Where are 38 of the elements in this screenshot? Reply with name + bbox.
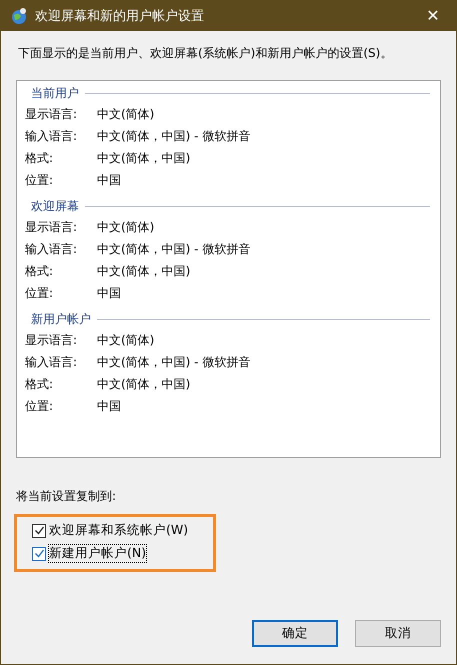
setting-label: 输入语言: [25, 240, 78, 258]
setting-value: 中文(简体，中国) [97, 376, 190, 392]
checkbox-label[interactable]: 新建用户帐户(N) [49, 545, 146, 562]
setting-value: 中国 [97, 284, 121, 302]
setting-label: 显示语言: [25, 106, 78, 122]
copy-label: 将当前设置复制到: [16, 488, 118, 505]
window-title: 欢迎屏幕和新的用户帐户设置 [35, 8, 205, 24]
globe-icon [10, 6, 28, 24]
setting-label: 位置: [25, 284, 54, 302]
checkbox[interactable] [32, 546, 46, 560]
section-title: 当前用户 [31, 84, 79, 102]
close-button[interactable]: ✕ [410, 0, 456, 31]
section-title: 欢迎屏幕 [31, 198, 79, 214]
setting-value: 中文(简体，中国) - 微软拼音 [97, 240, 250, 258]
dialog-button[interactable]: 取消 [355, 620, 441, 647]
setting-value: 中国 [97, 172, 121, 188]
setting-label: 显示语言: [25, 218, 78, 236]
setting-value: 中国 [97, 398, 121, 414]
dialog-button[interactable]: 确定 [252, 620, 338, 647]
setting-label: 格式: [25, 150, 54, 166]
setting-label: 位置: [25, 398, 54, 414]
setting-label: 输入语言: [25, 128, 78, 144]
setting-label: 输入语言: [25, 354, 78, 370]
checkbox-label[interactable]: 欢迎屏幕和系统帐户(W) [49, 522, 188, 539]
checkbox[interactable] [32, 524, 46, 538]
setting-label: 格式: [25, 376, 54, 392]
setting-value: 中文(简体，中国) [97, 262, 190, 280]
setting-label: 格式: [25, 262, 54, 280]
setting-value: 中文(简体) [97, 106, 154, 122]
setting-value: 中文(简体，中国) - 微软拼音 [97, 128, 250, 144]
intro-text: 下面显示的是当前用户、欢迎屏幕(系统帐户)和新用户帐户的设置(S)。 [18, 45, 394, 62]
setting-value: 中文(简体，中国) [97, 150, 190, 166]
setting-label: 位置: [25, 172, 54, 188]
setting-label: 显示语言: [25, 332, 78, 348]
setting-value: 中文(简体) [97, 218, 154, 236]
section-title: 新用户帐户 [31, 310, 91, 328]
setting-value: 中文(简体，中国) - 微软拼音 [97, 354, 250, 370]
setting-value: 中文(简体) [97, 332, 154, 348]
